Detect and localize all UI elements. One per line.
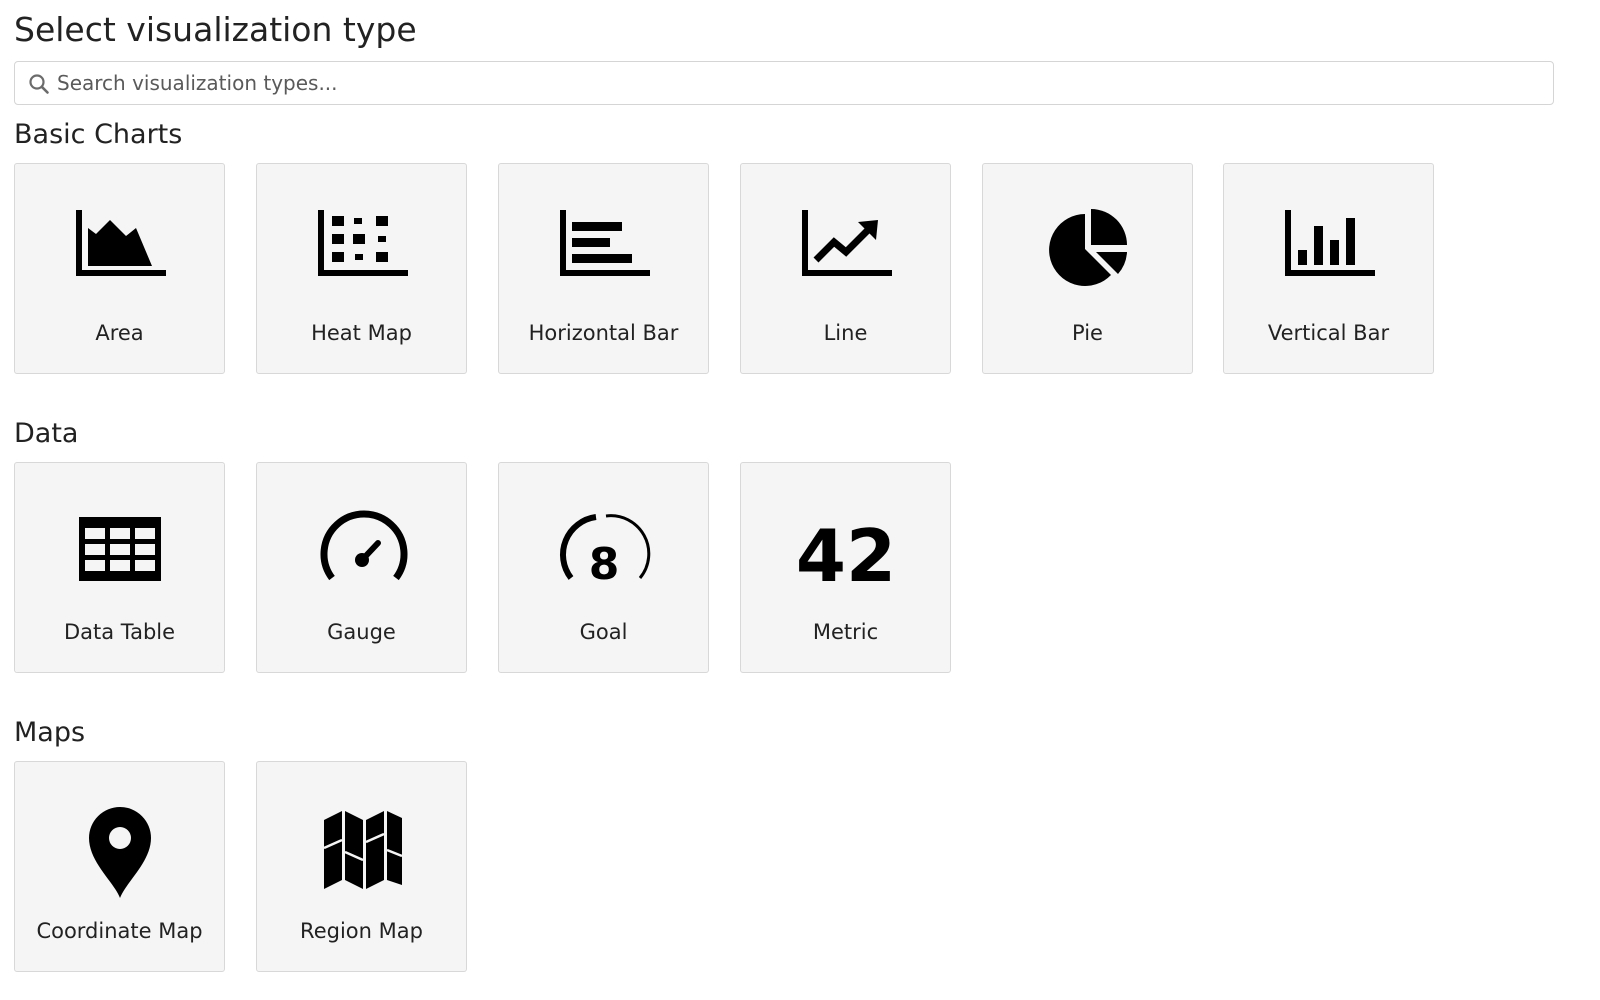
card-label: Pie bbox=[1072, 321, 1103, 345]
vertical-bar-icon bbox=[1279, 202, 1379, 302]
metric-icon-number: 42 bbox=[796, 514, 896, 598]
card-line[interactable]: Line bbox=[740, 163, 951, 374]
card-pie[interactable]: Pie bbox=[982, 163, 1193, 374]
line-chart-icon bbox=[796, 202, 896, 302]
pie-chart-icon bbox=[1038, 202, 1138, 302]
data-table-icon bbox=[70, 501, 170, 601]
card-heat-map[interactable]: Heat Map bbox=[256, 163, 467, 374]
goal-icon-number: 8 bbox=[589, 539, 620, 590]
metric-icon: 42 bbox=[796, 501, 896, 601]
search-input[interactable] bbox=[57, 62, 1537, 104]
card-goal[interactable]: 8 Goal bbox=[498, 462, 709, 673]
section-title-basic-charts: Basic Charts bbox=[14, 119, 183, 150]
card-label: Vertical Bar bbox=[1267, 321, 1390, 345]
card-label: Region Map bbox=[300, 919, 423, 943]
card-label: Goal bbox=[579, 620, 628, 644]
search-icon bbox=[28, 73, 50, 95]
card-region-map[interactable]: Region Map bbox=[256, 761, 467, 972]
horizontal-bar-icon bbox=[554, 202, 654, 302]
visualization-type-picker: Select visualization type Basic Charts A… bbox=[0, 0, 1600, 1000]
card-horizontal-bar[interactable]: Horizontal Bar bbox=[498, 163, 709, 374]
card-area[interactable]: Area bbox=[14, 163, 225, 374]
gauge-icon bbox=[312, 501, 412, 601]
card-data-table[interactable]: Data Table bbox=[14, 462, 225, 673]
card-label: Coordinate Map bbox=[36, 919, 203, 943]
card-label: Metric bbox=[812, 620, 879, 644]
search-box[interactable] bbox=[14, 61, 1554, 105]
card-label: Heat Map bbox=[311, 321, 412, 345]
card-label: Gauge bbox=[327, 620, 396, 644]
card-vertical-bar[interactable]: Vertical Bar bbox=[1223, 163, 1434, 374]
area-chart-icon bbox=[70, 202, 170, 302]
section-title-maps: Maps bbox=[14, 717, 86, 748]
heat-map-icon bbox=[312, 202, 412, 302]
page-title: Select visualization type bbox=[14, 10, 417, 49]
card-label: Area bbox=[95, 321, 144, 345]
folded-map-icon bbox=[312, 800, 412, 900]
card-gauge[interactable]: Gauge bbox=[256, 462, 467, 673]
card-metric[interactable]: 42 Metric bbox=[740, 462, 951, 673]
map-pin-icon bbox=[70, 800, 170, 900]
card-coordinate-map[interactable]: Coordinate Map bbox=[14, 761, 225, 972]
card-label: Data Table bbox=[63, 620, 176, 644]
card-label: Line bbox=[823, 321, 868, 345]
goal-icon: 8 bbox=[554, 501, 654, 601]
card-label: Horizontal Bar bbox=[528, 321, 679, 345]
section-title-data: Data bbox=[14, 418, 79, 449]
